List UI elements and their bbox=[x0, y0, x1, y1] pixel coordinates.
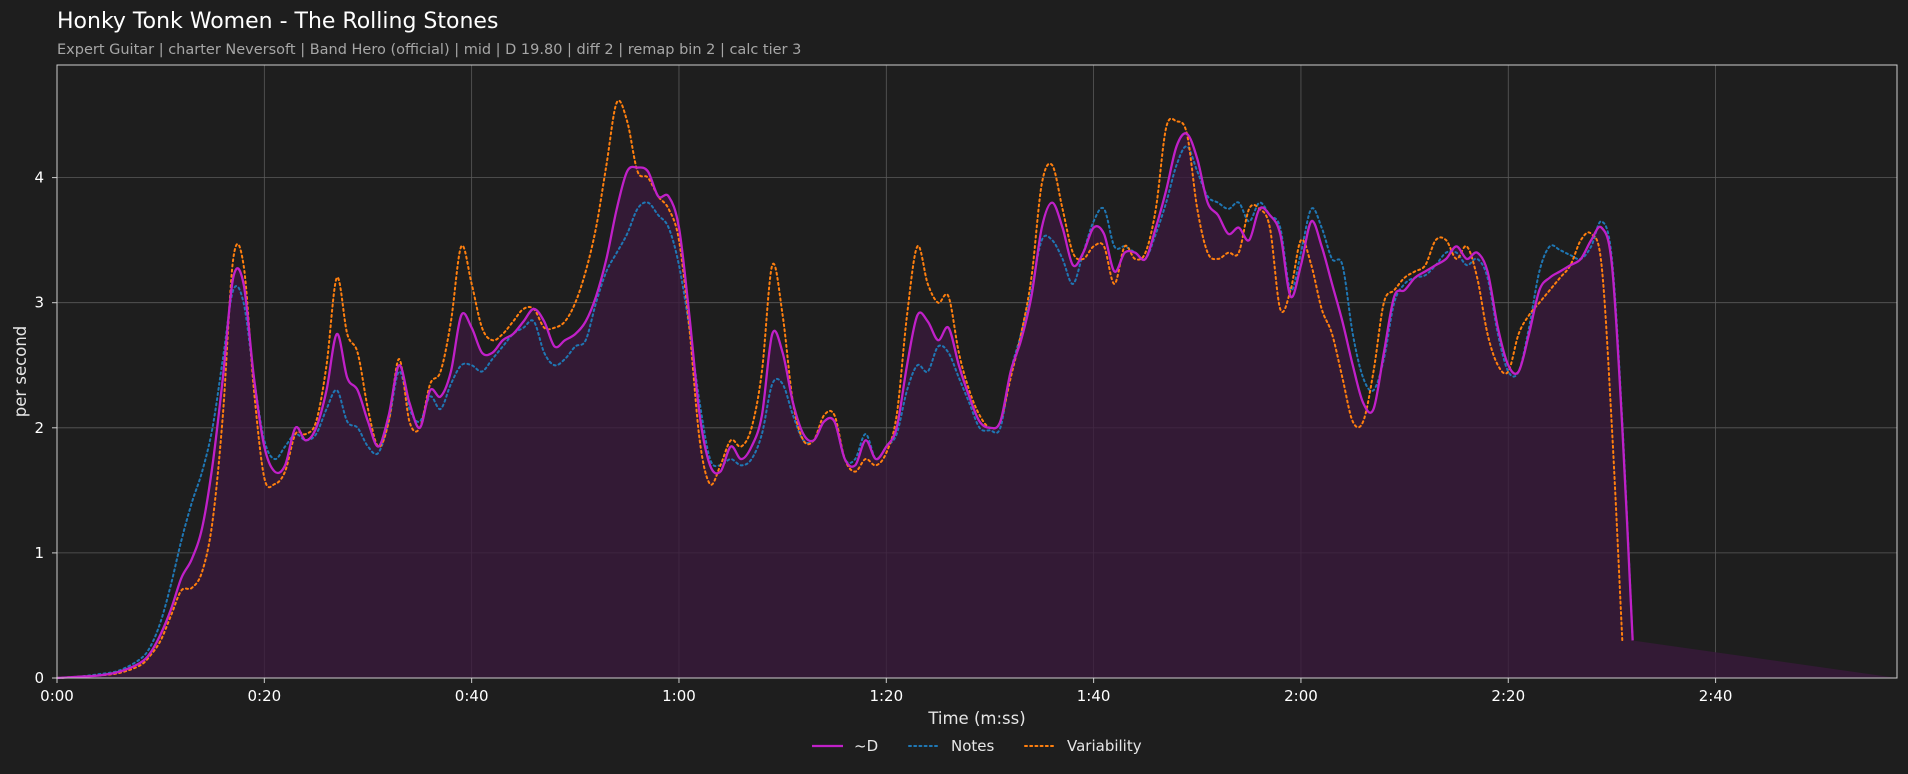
chart-svg: Honky Tonk Women - The Rolling Stones Ex… bbox=[11, 9, 1898, 755]
legend: ~D Notes Variability bbox=[812, 737, 1142, 755]
x-tick-label: 2:00 bbox=[1284, 687, 1318, 705]
legend-label: Notes bbox=[951, 737, 995, 755]
x-axis-label: Time (m:ss) bbox=[927, 709, 1025, 728]
x-tick-label: 2:20 bbox=[1491, 687, 1525, 705]
x-tick-label: 1:00 bbox=[662, 687, 696, 705]
x-tick-label: 0:20 bbox=[247, 687, 281, 705]
x-tick-label: 0:40 bbox=[455, 687, 489, 705]
y-tick-label: 4 bbox=[34, 169, 44, 187]
chart-subtitle: Expert Guitar | charter Neversoft | Band… bbox=[57, 42, 801, 58]
y-tick-label: 3 bbox=[34, 294, 44, 312]
y-tick-label: 1 bbox=[34, 544, 44, 562]
x-tick-label: 2:40 bbox=[1699, 687, 1733, 705]
y-axis-label: per second bbox=[11, 326, 30, 418]
chart-title: Honky Tonk Women - The Rolling Stones bbox=[57, 9, 498, 34]
x-tick-label: 1:40 bbox=[1077, 687, 1111, 705]
x-tick-label: 0:00 bbox=[40, 687, 74, 705]
legend-label: Variability bbox=[1067, 737, 1142, 755]
y-tick-label: 2 bbox=[34, 419, 44, 437]
legend-label: ~D bbox=[854, 737, 878, 755]
x-tick-label: 1:20 bbox=[869, 687, 903, 705]
y-tick-label: 0 bbox=[34, 669, 44, 687]
